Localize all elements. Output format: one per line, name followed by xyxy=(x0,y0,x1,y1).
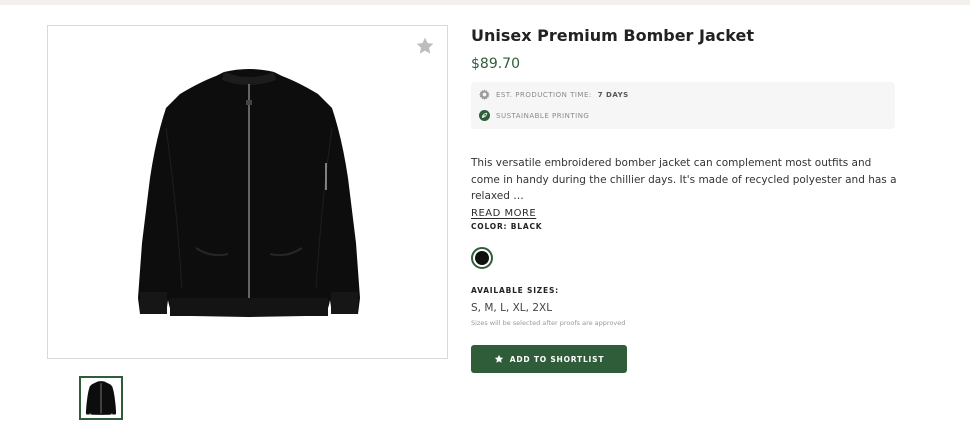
sustainable-badge: SUSTAINABLE PRINTING xyxy=(479,110,589,121)
sizes-note: Sizes will be selected after proofs are … xyxy=(471,319,626,327)
description-text: This versatile embroidered bomber jacket… xyxy=(471,157,897,202)
favorite-star-icon[interactable] xyxy=(415,36,435,56)
top-bar xyxy=(0,0,970,5)
product-price: $89.70 xyxy=(471,56,520,72)
production-time-value: 7 DAYS xyxy=(597,90,629,99)
product-description: This versatile embroidered bomber jacket… xyxy=(471,155,901,222)
sizes-label: AVAILABLE SIZES: xyxy=(471,286,559,295)
product-main-image xyxy=(47,25,448,359)
product-title: Unisex Premium Bomber Jacket xyxy=(471,26,754,45)
sustainable-label: SUSTAINABLE PRINTING xyxy=(496,111,590,120)
add-to-shortlist-button[interactable]: ADD TO SHORTLIST xyxy=(471,345,627,373)
color-label: COLOR: BLACK xyxy=(471,222,543,231)
jacket-image xyxy=(138,69,360,317)
leaf-icon xyxy=(479,110,490,121)
star-icon xyxy=(494,354,503,363)
product-badges: EST. PRODUCTION TIME: 7 DAYS SUSTAINABLE… xyxy=(471,82,895,129)
read-more-link[interactable]: READ MORE xyxy=(471,206,536,223)
swatch-fill xyxy=(475,251,489,265)
color-swatch-black[interactable] xyxy=(471,247,493,269)
production-time-label: EST. PRODUCTION TIME: xyxy=(496,90,592,99)
shortlist-label: ADD TO SHORTLIST xyxy=(509,354,605,364)
jacket-thumbnail-image xyxy=(85,381,117,415)
product-thumbnail[interactable] xyxy=(79,376,123,420)
sizes-list: S, M, L, XL, 2XL xyxy=(471,302,553,314)
production-time-badge: EST. PRODUCTION TIME: 7 DAYS xyxy=(479,89,629,100)
gear-icon xyxy=(479,89,490,100)
